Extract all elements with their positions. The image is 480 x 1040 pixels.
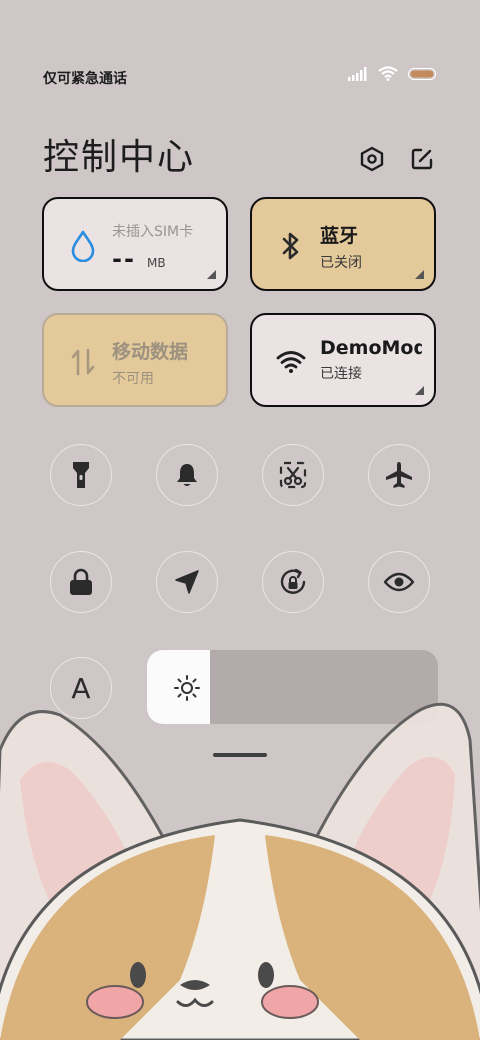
scissors-icon <box>279 461 307 489</box>
expand-corner-icon[interactable] <box>207 270 216 279</box>
expand-corner-icon[interactable] <box>415 270 424 279</box>
location-toggle[interactable] <box>156 551 218 613</box>
rotation-lock-toggle[interactable] <box>262 551 324 613</box>
rotation-lock-icon <box>280 568 306 594</box>
bluetooth-status: 已关闭 <box>320 255 362 271</box>
airplane-toggle[interactable] <box>368 444 430 506</box>
wifi-status: 已连接 <box>320 366 362 382</box>
bluetooth-text: 蓝牙 已关闭 <box>320 221 422 272</box>
bell-icon <box>177 464 197 486</box>
edit-button[interactable] <box>408 145 436 173</box>
mobile-data-title: 移动数据 <box>112 341 189 363</box>
settings-hex-icon <box>360 146 384 172</box>
wifi-tile[interactable]: DemoMod 已连接 <box>250 313 436 407</box>
silent-toggle[interactable] <box>156 444 218 506</box>
expand-corner-icon[interactable] <box>415 386 424 395</box>
wifi-network-name: DemoMod <box>320 337 422 359</box>
sim-card-title: 未插入SIM卡 <box>112 224 194 240</box>
eye-icon <box>383 572 415 592</box>
screenshot-toggle[interactable] <box>262 444 324 506</box>
airplane-icon <box>386 462 412 488</box>
mobile-data-text: 移动数据 不可用 <box>112 337 214 388</box>
data-usage-value: -- <box>112 245 136 273</box>
bluetooth-title: 蓝牙 <box>320 225 359 247</box>
carrier-text: 仅可紧急通话 <box>43 71 127 87</box>
page-title: 控制中心 <box>43 137 196 178</box>
data-usage: -- MB <box>112 245 214 273</box>
wallpaper-corgi-illustration <box>0 702 480 1040</box>
wifi-text: DemoMod 已连接 <box>320 337 422 383</box>
header-actions <box>358 145 436 173</box>
sim-card-tile[interactable]: 未插入SIM卡 -- MB <box>42 197 228 291</box>
wifi-icon <box>276 345 306 379</box>
water-drop-icon <box>68 229 98 263</box>
flashlight-toggle[interactable] <box>50 444 112 506</box>
signal-bars-icon <box>348 66 367 81</box>
status-icons <box>348 66 436 81</box>
data-usage-unit: MB <box>147 256 166 270</box>
edit-icon <box>411 148 433 170</box>
lock-icon <box>70 568 92 595</box>
bluetooth-tile[interactable]: 蓝牙 已关闭 <box>250 197 436 291</box>
mobile-data-status: 不可用 <box>112 371 154 387</box>
eye-care-toggle[interactable] <box>368 551 430 613</box>
bluetooth-icon <box>276 229 306 263</box>
flashlight-icon <box>73 462 89 488</box>
sim-card-text: 未插入SIM卡 -- MB <box>112 221 214 273</box>
data-arrows-icon <box>68 345 98 379</box>
lock-screen-toggle[interactable] <box>50 551 112 613</box>
battery-icon <box>408 67 436 80</box>
mobile-data-tile[interactable]: 移动数据 不可用 <box>42 313 228 407</box>
wifi-icon <box>378 66 398 81</box>
location-arrow-icon <box>175 570 199 594</box>
settings-button[interactable] <box>358 145 386 173</box>
